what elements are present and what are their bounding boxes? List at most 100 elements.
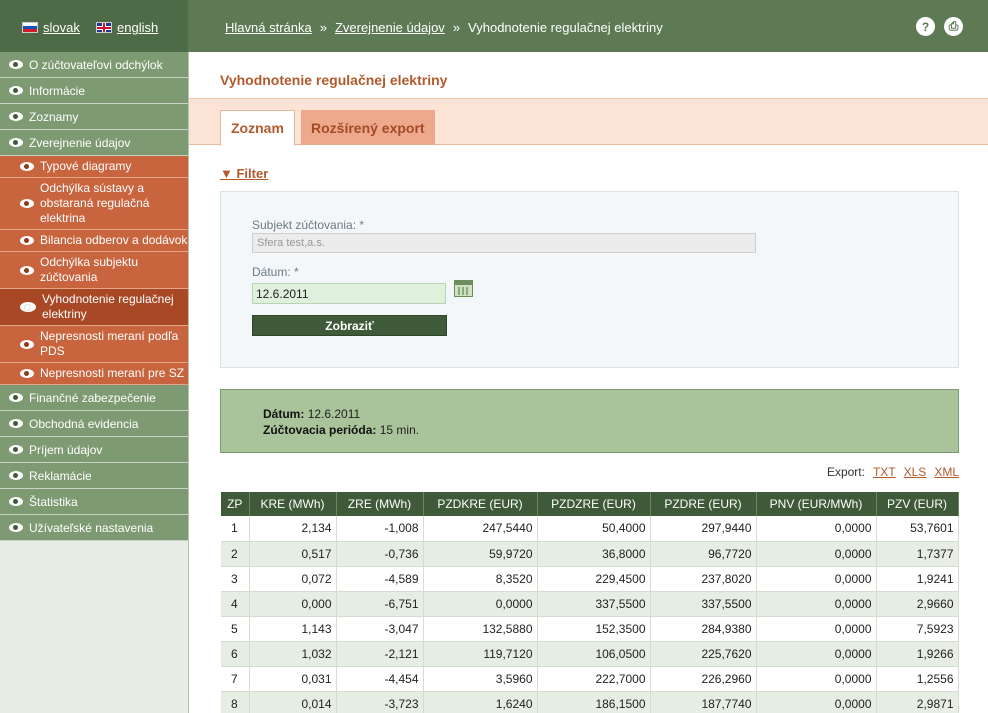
info-panel: Dátum: 12.6.2011 Zúčtovacia perióda: 15 … — [220, 389, 959, 453]
sidebar-item[interactable]: Typové diagramy — [0, 156, 188, 178]
eye-icon — [9, 138, 23, 147]
table-body: 1 2,134 -1,008 247,5440 50,4000 297,9440 0,000… — [221, 516, 959, 713]
table-cell: 0,0000 — [756, 616, 877, 642]
sidebar-item[interactable]: Príjem údajov — [0, 437, 188, 463]
eye-icon — [9, 393, 23, 402]
table-cell: 53,7601 — [876, 516, 959, 542]
sidebar-item-label: Užívateľské nastavenia — [29, 520, 154, 535]
sidebar-item[interactable]: Nepresnosti meraní pre SZ — [0, 363, 188, 385]
eye-icon — [20, 369, 34, 378]
eye-icon — [20, 339, 34, 349]
table-cell: 284,9380 — [650, 616, 757, 642]
table-cell: 3 — [221, 566, 250, 592]
table-cell: 297,9440 — [650, 516, 757, 542]
table-cell: 2,134 — [249, 516, 337, 542]
table-cell: 0,0000 — [756, 591, 877, 617]
subject-label: Subjekt zúčtovania: * — [252, 218, 365, 232]
table-cell: 50,4000 — [537, 516, 651, 542]
eye-icon — [9, 523, 23, 532]
eye-icon — [20, 302, 36, 312]
table-cell: 337,5500 — [537, 591, 651, 617]
lang-english-label: english — [117, 20, 159, 35]
sidebar-item-label: Vyhodnotenie regulačnej elektriny — [42, 292, 174, 321]
export-xls-link[interactable]: XLS — [904, 465, 927, 479]
sidebar-item-label: Informácie — [29, 83, 86, 98]
sidebar-item-label: Zverejnenie údajov — [29, 135, 131, 150]
sidebar-item-label: Odchýlka sústavy a obstaraná regulačná e… — [40, 181, 150, 225]
sidebar-item[interactable]: Nepresnosti meraní podľa PDS — [0, 326, 188, 363]
table-cell: 3,5960 — [423, 666, 538, 692]
table-cell: 0,0000 — [756, 691, 877, 713]
table-cell: -1,008 — [336, 516, 424, 542]
english-flag-icon — [96, 22, 112, 33]
table-cell: 1,9241 — [876, 566, 959, 592]
table-cell: -4,589 — [336, 566, 424, 592]
column-header[interactable]: PZV (EUR) — [876, 492, 959, 516]
tab-list[interactable]: Zoznam — [220, 110, 295, 146]
sidebar-item[interactable]: Užívateľské nastavenia — [0, 515, 188, 541]
sidebar-item[interactable]: O zúčtovateľovi odchýlok — [0, 52, 188, 78]
column-header[interactable]: PZDZRE (EUR) — [537, 492, 651, 516]
sidebar-item-label: O zúčtovateľovi odchýlok — [29, 57, 163, 72]
export-txt-link[interactable]: TXT — [873, 465, 896, 479]
sidebar-item-label: Typové diagramy — [40, 159, 132, 173]
sidebar-item[interactable]: Reklamácie — [0, 463, 188, 489]
page-title: Vyhodnotenie regulačnej elektriny — [220, 72, 448, 88]
show-button[interactable]: Zobraziť — [252, 315, 447, 336]
lang-english-link[interactable]: english — [96, 20, 158, 35]
eye-icon — [9, 445, 23, 454]
date-input[interactable]: 12.6.2011 — [252, 283, 446, 304]
calendar-icon[interactable] — [454, 280, 473, 297]
slovak-flag-icon — [22, 22, 38, 33]
column-header[interactable]: KRE (MWh) — [249, 492, 337, 516]
subject-field[interactable]: Sfera test,a.s. — [252, 233, 756, 253]
sidebar-item[interactable]: Odchýlka sústavy a obstaraná regulačná e… — [0, 178, 188, 230]
column-header[interactable]: PNV (EUR/MWh) — [756, 492, 877, 516]
column-header[interactable]: PZDRE (EUR) — [650, 492, 757, 516]
column-header[interactable]: ZRE (MWh) — [336, 492, 424, 516]
table-cell: 0,517 — [249, 541, 337, 567]
tab-extended-export[interactable]: Rozšírený export — [301, 110, 435, 145]
table-cell: 0,014 — [249, 691, 337, 713]
export-xml-link[interactable]: XML — [934, 465, 959, 479]
sidebar-item[interactable]: Zoznamy — [0, 104, 188, 130]
breadcrumb-publication-link[interactable]: Zverejnenie údajov — [335, 20, 445, 35]
eye-icon — [20, 236, 34, 245]
table-cell: -3,723 — [336, 691, 424, 713]
breadcrumb-separator: » — [452, 20, 461, 35]
table-cell: 59,9720 — [423, 541, 538, 567]
table-header-row: ZP KRE (MWh) ZRE (MWh) PZDKRE (EUR) PZDZRE (… — [221, 492, 959, 516]
info-date-value: 12.6.2011 — [307, 407, 361, 421]
sidebar-item[interactable]: Štatistika — [0, 489, 188, 515]
sidebar-item[interactable]: Odchýlka subjektu zúčtovania — [0, 252, 188, 289]
eye-icon — [9, 112, 23, 121]
table-row: 2 0,517 -0,736 59,9720 36,8000 96,7720 0,0000 1… — [221, 541, 959, 567]
filter-toggle-link[interactable]: ▼ Filter — [220, 166, 268, 181]
lang-slovak-link[interactable]: slovak — [22, 20, 80, 35]
table-cell: 152,3500 — [537, 616, 651, 642]
table-cell: 1,032 — [249, 641, 337, 667]
table-cell: 1,2556 — [876, 666, 959, 692]
sidebar-item[interactable]: Finančné zabezpečenie — [0, 385, 188, 411]
table-cell: 0,000 — [249, 591, 337, 617]
sidebar-item[interactable]: Informácie — [0, 78, 188, 104]
table-row: 6 1,032 -2,121 119,7120 106,0500 225,7620 0,00… — [221, 641, 959, 667]
sidebar-item[interactable]: Obchodná evidencia — [0, 411, 188, 437]
sidebar-item[interactable]: Vyhodnotenie regulačnej elektriny — [0, 289, 188, 326]
table-cell: 187,7740 — [650, 691, 757, 713]
table-cell: 186,1500 — [537, 691, 651, 713]
sidebar-item[interactable]: Zverejnenie údajov — [0, 130, 188, 156]
breadcrumb-home-link[interactable]: Hlavná stránka — [225, 20, 312, 35]
print-icon[interactable]: ⎙ — [944, 17, 963, 36]
sidebar-item-label: Príjem údajov — [29, 442, 103, 457]
sidebar-item[interactable]: Bilancia odberov a dodávok — [0, 230, 188, 252]
table-cell: 106,0500 — [537, 641, 651, 667]
help-icon[interactable]: ? — [916, 17, 935, 36]
info-period-line: Zúčtovacia perióda: 15 min. — [263, 422, 958, 438]
column-header[interactable]: ZP — [221, 492, 250, 516]
table-cell: 1 — [221, 516, 250, 542]
table-cell: 0,0000 — [756, 566, 877, 592]
table-cell: 1,143 — [249, 616, 337, 642]
column-header[interactable]: PZDKRE (EUR) — [423, 492, 538, 516]
table-cell: 229,4500 — [537, 566, 651, 592]
